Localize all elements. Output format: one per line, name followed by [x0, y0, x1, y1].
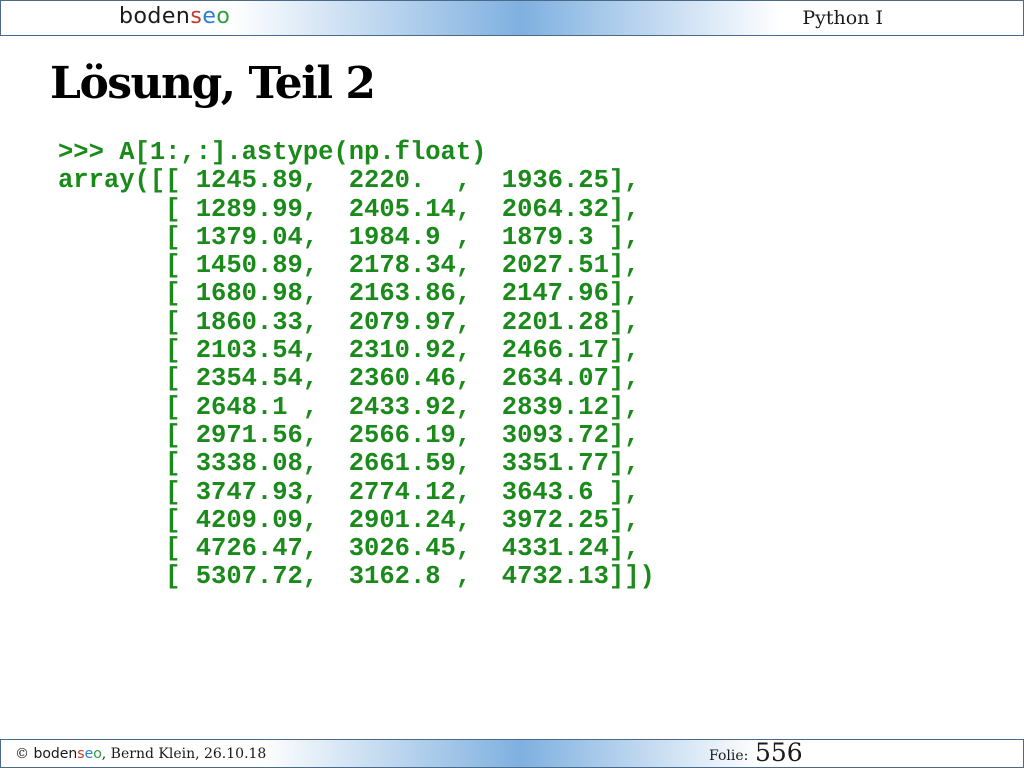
code-line: [ 1680.98, 2163.86, 2147.96], — [58, 279, 640, 309]
code-line: [ 2648.1 , 2433.92, 2839.12], — [58, 392, 640, 422]
code-line: [ 4726.47, 3026.45, 4331.24], — [58, 534, 640, 564]
code-block: >>> A[1:,:].astype(np.float) array([[ 124… — [58, 138, 655, 592]
copyright-notice: © bodenseo, Bernd Klein, 26.10.18 — [15, 746, 266, 762]
code-line: [ 3747.93, 2774.12, 3643.6 ], — [58, 477, 640, 507]
logo-part-e: e — [202, 4, 217, 29]
logo-part-s: s — [77, 746, 85, 762]
code-line: [ 1860.33, 2079.97, 2201.28], — [58, 307, 640, 337]
logo-part-boden: boden — [119, 4, 191, 29]
code-line: [ 1289.99, 2405.14, 2064.32], — [58, 194, 640, 224]
logo-part-o: o — [93, 746, 102, 762]
code-line: [ 2971.56, 2566.19, 3093.72], — [58, 420, 640, 450]
code-line: array([[ 1245.89, 2220. , 1936.25], — [58, 166, 640, 196]
bodenseo-logo: bodenseo — [119, 4, 230, 29]
code-line: [ 1450.89, 2178.34, 2027.51], — [58, 251, 640, 281]
course-title: Python I — [802, 7, 883, 29]
logo-part-s: s — [190, 4, 203, 29]
code-line: [ 3338.08, 2661.59, 3351.77], — [58, 449, 640, 479]
logo-part-e: e — [84, 746, 94, 762]
code-line: [ 1379.04, 1984.9 , 1879.3 ], — [58, 222, 640, 252]
footer-bodenseo-logo: bodenseo — [33, 746, 101, 762]
code-line: [ 4209.09, 2901.24, 3972.25], — [58, 505, 640, 535]
code-line: >>> A[1:,:].astype(np.float) — [58, 138, 487, 167]
folie-label: Folie: — [709, 748, 749, 764]
slide-title: Lösung, Teil 2 — [50, 58, 376, 109]
code-line: [ 2103.54, 2310.92, 2466.17], — [58, 336, 640, 366]
slide-number: 556 — [755, 738, 803, 767]
slide-footer: © bodenseo, Bernd Klein, 26.10.18 Folie:… — [0, 738, 1024, 768]
logo-part-o: o — [216, 4, 231, 29]
author-date: , Bernd Klein, 26.10.18 — [101, 746, 267, 762]
copyright-symbol: © — [15, 746, 29, 762]
code-line: [ 2354.54, 2360.46, 2634.07], — [58, 364, 640, 394]
logo-part-boden: boden — [33, 746, 78, 762]
code-line: [ 5307.72, 3162.8 , 4732.13]]) — [58, 562, 655, 592]
slide-header: bodenseo Python I — [0, 0, 1024, 36]
